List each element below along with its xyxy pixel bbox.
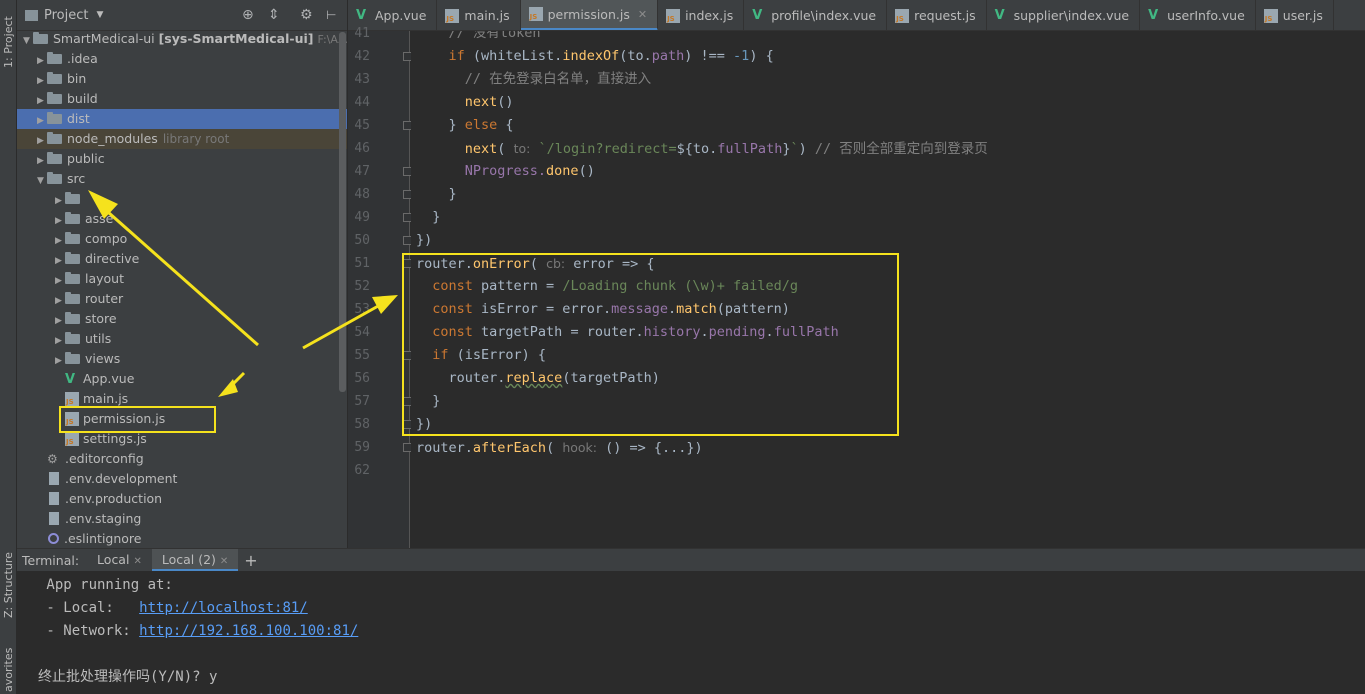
terminal-tab-local[interactable]: Local ✕ — [87, 549, 152, 571]
terminal-text: 终止批处理操作吗(Y/N)? y — [38, 669, 218, 685]
close-icon[interactable]: ✕ — [133, 556, 141, 567]
terminal-text: App running at: — [38, 577, 173, 593]
terminal-line: - Local: http://localhost:81/ — [38, 597, 308, 620]
terminal-tab-local-2-label: Local (2) — [161, 552, 216, 567]
terminal-tab-local-label: Local — [97, 552, 130, 567]
add-terminal-button[interactable]: + — [244, 551, 257, 570]
arrow-head-src — [88, 190, 118, 219]
terminal-text: - Local: — [38, 600, 140, 616]
terminal-url-link[interactable]: http://localhost:81/ — [139, 600, 308, 616]
terminal-panel: Terminal: Local ✕ Local (2) ✕ + App runn… — [17, 548, 1365, 694]
terminal-line: App running at: — [38, 574, 173, 597]
terminal-tab-local-2[interactable]: Local (2) ✕ — [151, 549, 239, 571]
terminal-tab-bar: Terminal: Local ✕ Local (2) ✕ + — [17, 549, 1365, 571]
close-icon[interactable]: ✕ — [220, 556, 228, 567]
terminal-text: - Network: — [38, 623, 140, 639]
terminal-line: - Network: http://192.168.100.100:81/ — [38, 620, 358, 643]
arrow-to-src — [99, 203, 259, 347]
terminal-line: 终止批处理操作吗(Y/N)? y — [38, 666, 217, 689]
arrow-head-code — [372, 295, 398, 314]
terminal-url-link[interactable]: http://192.168.100.100:81/ — [139, 623, 358, 639]
arrow-to-code — [302, 303, 381, 350]
terminal-label: Terminal: — [22, 552, 80, 568]
